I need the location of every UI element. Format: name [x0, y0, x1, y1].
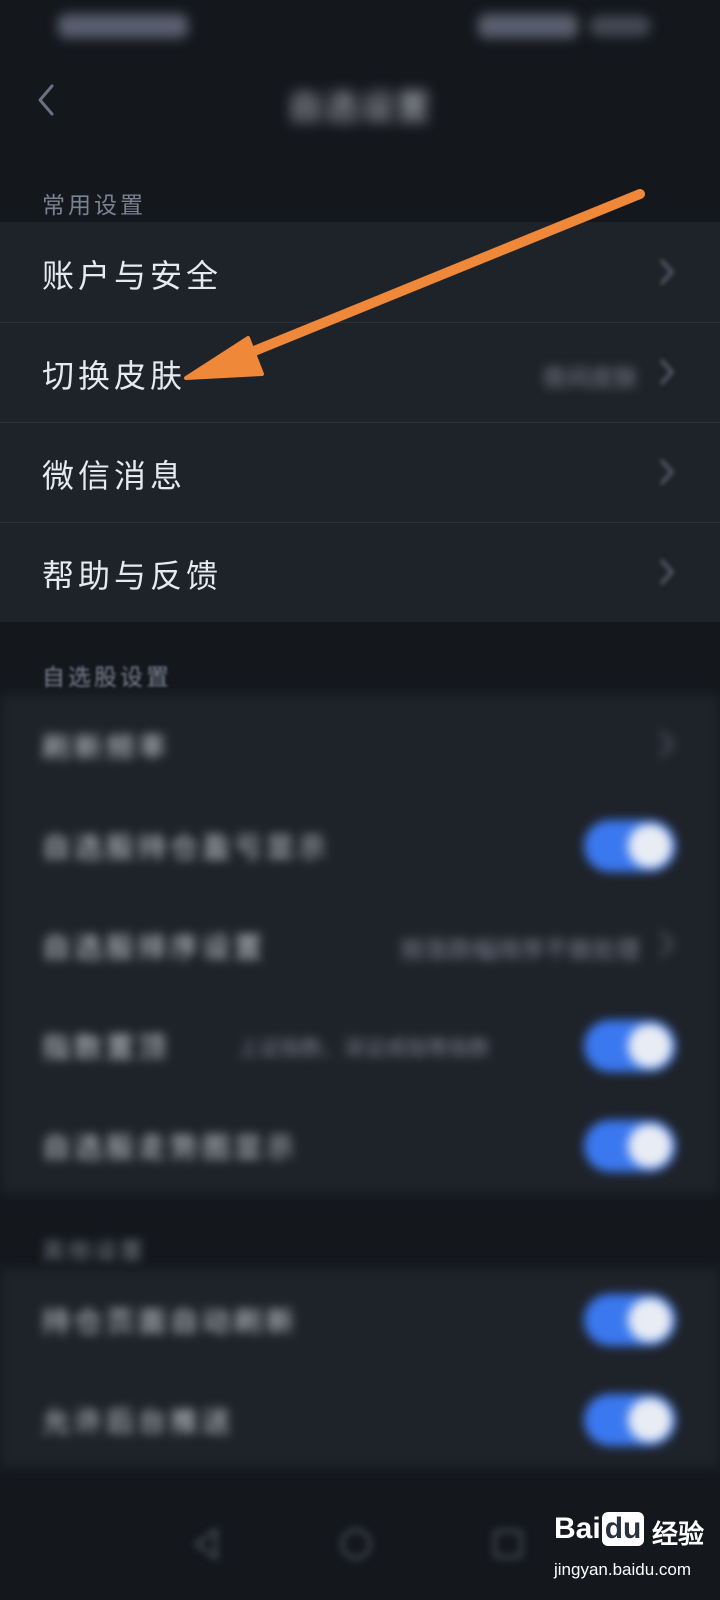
- clock-icon: [590, 16, 650, 36]
- chevron-right-icon: [659, 458, 675, 486]
- toggle-switch[interactable]: [584, 1020, 676, 1072]
- row-label: 账户与安全: [42, 257, 223, 295]
- chevron-right-icon: [659, 930, 675, 958]
- row-label: 刷新频率: [42, 731, 171, 764]
- toggle-knob: [628, 1124, 672, 1168]
- settings-row-index-pin: 指数置顶 上证指数、深证成指等指数: [0, 994, 720, 1094]
- row-label: 自选股走势图显示: [42, 1131, 299, 1164]
- settings-row-refresh-rate[interactable]: 刷新频率: [0, 694, 720, 794]
- other-settings-group: 持仓页面自动刷新 允许后台推送: [0, 1268, 720, 1468]
- settings-row-help-feedback[interactable]: 帮助与反馈: [0, 522, 720, 622]
- section-title-other: 其他设置: [42, 1239, 146, 1265]
- settings-row-sort[interactable]: 自选股排序设置 按涨跌幅排序不做处理: [0, 894, 720, 994]
- watermark-logo: Bai du: [554, 1512, 645, 1546]
- toggle-switch[interactable]: [584, 1294, 676, 1346]
- section-title-common: 常用设置: [42, 193, 146, 219]
- settings-row-background-push: 允许后台推送: [0, 1368, 720, 1468]
- row-label: 自选股持仓盈亏显示: [42, 831, 331, 864]
- row-label: 帮助与反馈: [42, 557, 223, 595]
- watchlist-settings-group: 刷新频率 自选股持仓盈亏显示 自选股排序设置 按涨跌幅排序不做处理 指数置顶 上…: [0, 694, 720, 1194]
- chevron-right-icon: [659, 258, 675, 286]
- row-value: 按涨跌幅排序不做处理: [400, 936, 640, 964]
- row-label: 自选股排序设置: [42, 931, 267, 964]
- toggle-switch[interactable]: [584, 1394, 676, 1446]
- nav-back-icon[interactable]: [188, 1526, 224, 1562]
- toggle-knob: [628, 1398, 672, 1442]
- page-title: 自选设置: [288, 88, 432, 128]
- baidu-jingyan-watermark: Bai du 经验 jingyan.baidu.com: [550, 1510, 710, 1594]
- row-divider: [0, 522, 720, 523]
- row-divider: [0, 422, 720, 423]
- row-label: 切换皮肤: [42, 357, 187, 395]
- toggle-switch[interactable]: [584, 820, 676, 872]
- chevron-right-icon: [659, 558, 675, 586]
- common-settings-group: 账户与安全 切换皮肤 夜间皮肤 微信消息 帮助与反馈: [0, 222, 720, 622]
- section-title-watchlist: 自选股设置: [42, 665, 172, 691]
- app-header: 自选设置: [0, 50, 720, 150]
- settings-row-account-security[interactable]: 账户与安全: [0, 222, 720, 322]
- row-value: 夜间皮肤: [542, 364, 638, 392]
- settings-screen: 自选设置 常用设置 账户与安全 切换皮肤 夜间皮肤 微信消息 帮助与反馈 自选股…: [0, 0, 720, 1600]
- settings-row-auto-refresh: 持仓页面自动刷新: [0, 1268, 720, 1368]
- settings-row-trend-chart: 自选股走势图显示: [0, 1094, 720, 1194]
- signal-icon: [58, 14, 188, 38]
- settings-row-switch-skin[interactable]: 切换皮肤 夜间皮肤: [0, 322, 720, 422]
- row-label: 持仓页面自动刷新: [42, 1305, 299, 1338]
- status-bar: [0, 0, 720, 50]
- nav-recents-icon[interactable]: [490, 1526, 526, 1562]
- chevron-right-icon: [659, 730, 675, 758]
- watermark-url: jingyan.baidu.com: [554, 1560, 692, 1579]
- battery-icon: [478, 14, 578, 38]
- chevron-right-icon: [659, 358, 675, 386]
- row-divider: [0, 322, 720, 323]
- row-label: 微信消息: [42, 457, 187, 495]
- toggle-knob: [628, 824, 672, 868]
- toggle-knob: [628, 1024, 672, 1068]
- row-label: 允许后台推送: [42, 1405, 235, 1438]
- toggle-knob: [628, 1298, 672, 1342]
- row-label: 指数置顶: [42, 1031, 171, 1064]
- toggle-switch[interactable]: [584, 1120, 676, 1172]
- settings-row-wechat-messages[interactable]: 微信消息: [0, 422, 720, 522]
- nav-home-icon[interactable]: [338, 1526, 374, 1562]
- settings-row-position-pnl: 自选股持仓盈亏显示: [0, 794, 720, 894]
- watermark-logo-cn: 经验: [652, 1520, 705, 1550]
- row-subtitle: 上证指数、深证成指等指数: [238, 1036, 490, 1060]
